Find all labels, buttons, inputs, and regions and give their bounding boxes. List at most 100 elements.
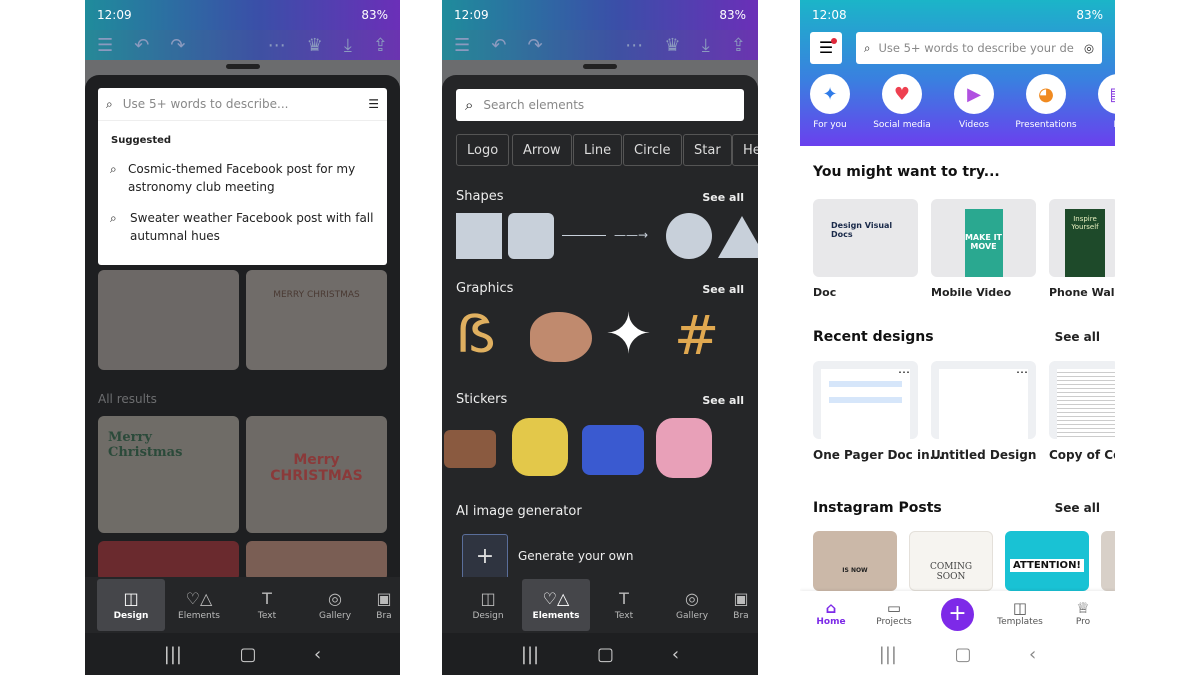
shape-rounded-square[interactable] [508, 213, 554, 259]
menu-icon[interactable]: ☰ [97, 35, 113, 56]
sticker-meeting[interactable] [582, 425, 644, 475]
generate-label[interactable]: Generate your own [518, 549, 633, 563]
nav-templates[interactable]: ◫ Templates [997, 599, 1043, 627]
graphic-grid[interactable]: # [674, 306, 719, 366]
graphics-see-all[interactable]: See all [702, 283, 744, 296]
more-icon[interactable]: ⋯ [898, 365, 910, 379]
template-thumb[interactable] [98, 541, 239, 581]
recent-design[interactable] [1049, 361, 1115, 439]
home-search-input[interactable]: ⌕ Use 5+ words to describe your de ◎ [856, 32, 1102, 64]
back-icon[interactable]: ‹ [314, 644, 321, 665]
home-icon[interactable]: ▢ [597, 644, 614, 665]
nav-elements[interactable]: ♡△ Elements [165, 579, 233, 631]
shape-square[interactable] [456, 213, 502, 259]
category-videos[interactable]: ▶ Videos [939, 74, 1009, 130]
download-icon[interactable]: ⤓ [344, 35, 352, 56]
template-thumb[interactable] [98, 270, 239, 370]
shape-triangle[interactable] [718, 216, 758, 258]
chip-star[interactable]: Star [683, 134, 732, 166]
home-icon[interactable]: ▢ [954, 644, 971, 665]
category-more[interactable]: ▤ Pr [1083, 74, 1115, 130]
instagram-template[interactable] [1101, 531, 1115, 591]
chip-circle[interactable]: Circle [623, 134, 682, 166]
chip-line[interactable]: Line [573, 134, 623, 166]
chip-more[interactable]: He [732, 134, 758, 166]
back-icon[interactable]: ‹ [1029, 644, 1036, 665]
suggestion-item[interactable]: ⌕ Cosmic-themed Facebook post for my astr… [110, 160, 380, 196]
suggestion-item[interactable]: ⌕ Sweater weather Facebook post with fall… [110, 209, 380, 245]
nav-pro[interactable]: ♕ Pro [1070, 599, 1096, 627]
camera-icon[interactable]: ◎ [1084, 41, 1094, 55]
home-icon[interactable]: ▢ [239, 644, 256, 665]
instagram-template[interactable]: COMING SOON [909, 531, 993, 591]
nav-home[interactable]: ⌂ Home [816, 599, 846, 627]
crown-icon[interactable]: ♛ [664, 35, 680, 56]
instagram-template[interactable]: ATTENTION! [1005, 531, 1089, 591]
template-thumb[interactable] [246, 541, 387, 581]
redo-icon[interactable]: ↷ [528, 35, 543, 56]
more-icon[interactable]: ⋯ [625, 35, 643, 56]
nav-projects[interactable]: ▭ Projects [874, 599, 914, 627]
share-icon[interactable]: ⇪ [731, 35, 746, 56]
recents-icon[interactable]: ||| [879, 644, 897, 665]
menu-button[interactable]: ☰ [810, 32, 842, 64]
shape-line[interactable] [562, 235, 606, 236]
recents-icon[interactable]: ||| [164, 644, 182, 665]
back-icon[interactable]: ‹ [672, 644, 679, 665]
try-mobile-video[interactable]: MAKE IT MOVE [931, 199, 1036, 277]
sticker-person[interactable] [512, 418, 568, 476]
category-for-you[interactable]: ✦ For you [800, 74, 865, 130]
shape-circle[interactable] [666, 213, 712, 259]
nav-design[interactable]: ◫ Design [454, 579, 522, 631]
nav-gallery[interactable]: ◎ Gallery [658, 579, 726, 631]
undo-icon[interactable]: ↶ [134, 35, 149, 56]
redo-icon[interactable]: ↷ [170, 35, 185, 56]
more-icon[interactable]: ⋯ [1016, 365, 1028, 379]
shape-arrow[interactable]: ——→ [614, 228, 648, 242]
chip-arrow[interactable]: Arrow [512, 134, 572, 166]
nav-elements[interactable]: ♡△ Elements [522, 579, 590, 631]
template-thumb[interactable]: MERRY CHRISTMAS [246, 270, 387, 370]
search-elements-input[interactable]: ⌕ Search elements [456, 89, 744, 121]
instagram-template[interactable]: IS NOW [813, 531, 897, 591]
filter-icon[interactable]: ☰ [368, 97, 379, 111]
recent-design[interactable]: ⋯ [813, 361, 918, 439]
nav-design[interactable]: ◫ Design [97, 579, 165, 631]
nav-brand[interactable]: ▣ Bra [369, 579, 399, 631]
chip-logo[interactable]: Logo [456, 134, 510, 166]
nav-gallery[interactable]: ◎ Gallery [301, 579, 369, 631]
try-doc[interactable]: Design Visual Docs [813, 199, 918, 277]
nav-text[interactable]: T Text [590, 579, 658, 631]
category-social-media[interactable]: ♥ Social media [867, 74, 937, 130]
sheet-handle[interactable] [225, 64, 260, 69]
graphic-blob[interactable] [530, 312, 592, 362]
instagram-see-all[interactable]: See all [1055, 501, 1100, 515]
shapes-see-all[interactable]: See all [702, 191, 744, 204]
create-button[interactable]: + [941, 598, 974, 631]
sticker-wheelchair[interactable] [656, 418, 712, 478]
graphic-sparkle[interactable]: ✦ [605, 302, 652, 368]
plus-icon: + [475, 544, 495, 569]
ai-search-input[interactable]: ⌕ Use 5+ words to describe... ☰ [98, 88, 387, 121]
share-icon[interactable]: ⇪ [373, 35, 388, 56]
try-phone-wallpaper[interactable]: Inspire Yourself [1049, 199, 1115, 277]
template-thumb[interactable]: Merry CHRISTMAS [246, 416, 387, 533]
template-thumb[interactable]: Merry Christmas [98, 416, 239, 533]
category-presentations[interactable]: ◕ Presentations [1011, 74, 1081, 130]
graphic-squiggle[interactable]: ẞ [456, 305, 496, 365]
recent-see-all[interactable]: See all [1055, 330, 1100, 344]
recent-design[interactable]: ⋯ [931, 361, 1036, 439]
sheet-handle[interactable] [583, 64, 617, 69]
more-icon[interactable]: ⋯ [268, 35, 286, 56]
nav-brand[interactable]: ▣ Bra [726, 579, 756, 631]
magic-search-icon: ⌕ [106, 96, 113, 111]
generate-button[interactable]: + [462, 534, 508, 580]
download-icon[interactable]: ⤓ [702, 35, 710, 56]
menu-icon[interactable]: ☰ [454, 35, 470, 56]
nav-text[interactable]: T Text [233, 579, 301, 631]
recents-icon[interactable]: ||| [521, 644, 539, 665]
crown-icon[interactable]: ♛ [307, 35, 323, 56]
undo-icon[interactable]: ↶ [491, 35, 506, 56]
stickers-see-all[interactable]: See all [702, 394, 744, 407]
sticker-hands[interactable] [444, 430, 496, 468]
